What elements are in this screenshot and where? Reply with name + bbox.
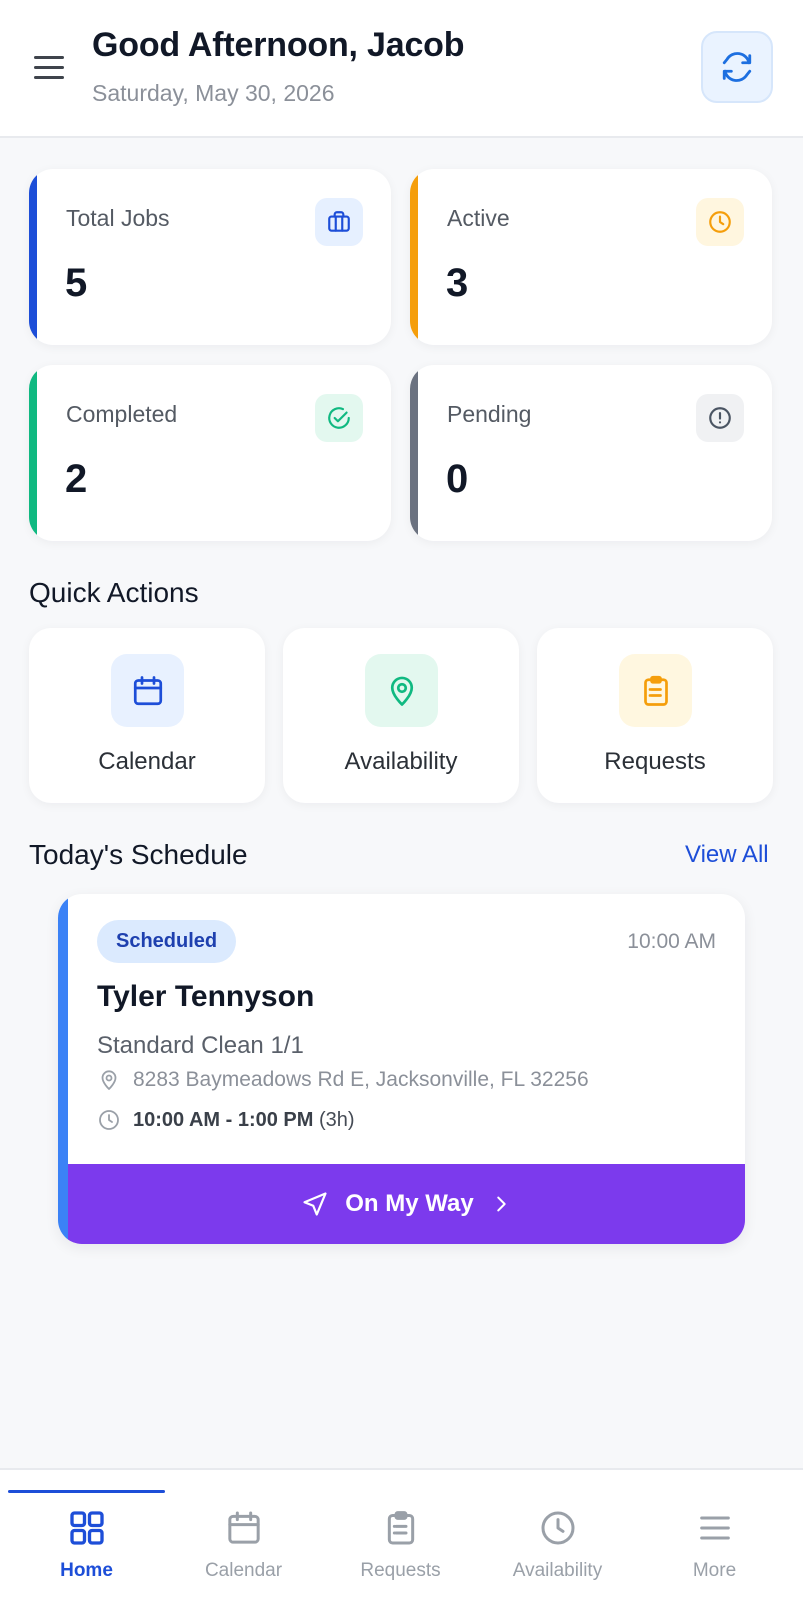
clock-icon bbox=[541, 1511, 574, 1545]
quick-action-requests[interactable]: Requests bbox=[537, 628, 773, 803]
nav-label: Availability bbox=[512, 1560, 603, 1581]
chevron-right-icon bbox=[496, 1196, 506, 1212]
briefcase-icon bbox=[315, 198, 363, 246]
greeting-title: Good Afternoon, Jacob bbox=[92, 26, 465, 64]
app-header: Good Afternoon, Jacob Saturday, May 30, … bbox=[0, 0, 803, 138]
nav-item-requests[interactable]: Requests bbox=[322, 1506, 479, 1586]
nav-item-calendar[interactable]: Calendar bbox=[165, 1506, 322, 1586]
map-pin-icon bbox=[365, 654, 438, 727]
nav-item-more[interactable]: More bbox=[636, 1506, 793, 1586]
client-name: Tyler Tennyson bbox=[97, 980, 315, 1013]
service-name: Standard Clean 1/1 bbox=[97, 1032, 304, 1059]
stat-value: 0 bbox=[446, 457, 469, 501]
job-time-range: 10:00 AM - 1:00 PM bbox=[133, 1108, 314, 1131]
quick-action-availability[interactable]: Availability bbox=[283, 628, 519, 803]
stat-card-completed[interactable]: Completed 2 bbox=[29, 365, 391, 541]
navigation-arrow-icon bbox=[303, 1192, 327, 1216]
map-pin-icon bbox=[101, 1070, 117, 1090]
stat-value: 5 bbox=[65, 261, 88, 305]
stat-value: 2 bbox=[65, 457, 88, 501]
stat-card-total-jobs[interactable]: Total Jobs 5 bbox=[29, 169, 391, 345]
quick-action-label: Requests bbox=[604, 748, 706, 775]
job-time-row: 10:00 AM - 1:00 PM (3h) bbox=[97, 1108, 355, 1132]
active-tab-indicator bbox=[8, 1490, 165, 1493]
refresh-button[interactable] bbox=[701, 31, 773, 103]
job-duration: (3h) bbox=[319, 1108, 355, 1131]
stat-value: 3 bbox=[446, 261, 469, 305]
job-address-row: 8283 Baymeadows Rd E, Jacksonville, FL 3… bbox=[97, 1068, 589, 1092]
nav-label: More bbox=[692, 1560, 737, 1581]
quick-actions-title: Quick Actions bbox=[29, 577, 199, 608]
stat-label: Total Jobs bbox=[66, 205, 170, 231]
stat-label: Completed bbox=[66, 401, 178, 427]
hamburger-menu-icon[interactable] bbox=[30, 50, 68, 84]
clipboard-icon bbox=[387, 1511, 414, 1545]
nav-item-availability[interactable]: Availability bbox=[479, 1506, 636, 1586]
home-grid-icon bbox=[69, 1511, 104, 1545]
clock-icon bbox=[99, 1110, 119, 1130]
check-circle-icon bbox=[315, 394, 363, 442]
refresh-icon bbox=[722, 52, 752, 82]
clipboard-icon bbox=[619, 654, 692, 727]
job-card[interactable]: Scheduled 10:00 AM Tyler Tennyson Standa… bbox=[58, 894, 745, 1244]
job-address: 8283 Baymeadows Rd E, Jacksonville, FL 3… bbox=[133, 1068, 589, 1091]
calendar-icon bbox=[111, 654, 184, 727]
job-start-time: 10:00 AM bbox=[627, 930, 716, 953]
status-badge: Scheduled bbox=[97, 920, 237, 963]
quick-action-label: Availability bbox=[344, 748, 458, 775]
quick-action-calendar[interactable]: Calendar bbox=[29, 628, 265, 803]
todays-schedule-title: Today's Schedule bbox=[29, 839, 248, 870]
on-my-way-button[interactable]: On My Way bbox=[68, 1164, 745, 1244]
nav-item-home[interactable]: Home bbox=[8, 1506, 165, 1586]
view-all-link[interactable]: View All bbox=[685, 841, 769, 869]
nav-label: Home bbox=[60, 1560, 113, 1581]
stat-card-pending[interactable]: Pending 0 bbox=[410, 365, 772, 541]
calendar-icon bbox=[227, 1511, 260, 1544]
alert-circle-icon bbox=[696, 394, 744, 442]
stat-label: Pending bbox=[447, 401, 532, 427]
nav-label: Requests bbox=[360, 1560, 441, 1581]
stat-label: Active bbox=[447, 205, 510, 231]
on-my-way-label: On My Way bbox=[345, 1190, 474, 1217]
menu-icon bbox=[699, 1516, 730, 1540]
clock-icon bbox=[696, 198, 744, 246]
bottom-navigation: Home Calendar Requests Availability More bbox=[0, 1468, 803, 1600]
stat-card-active[interactable]: Active 3 bbox=[410, 169, 772, 345]
nav-label: Calendar bbox=[204, 1560, 283, 1581]
current-date: Saturday, May 30, 2026 bbox=[92, 80, 335, 106]
quick-action-label: Calendar bbox=[98, 748, 196, 775]
